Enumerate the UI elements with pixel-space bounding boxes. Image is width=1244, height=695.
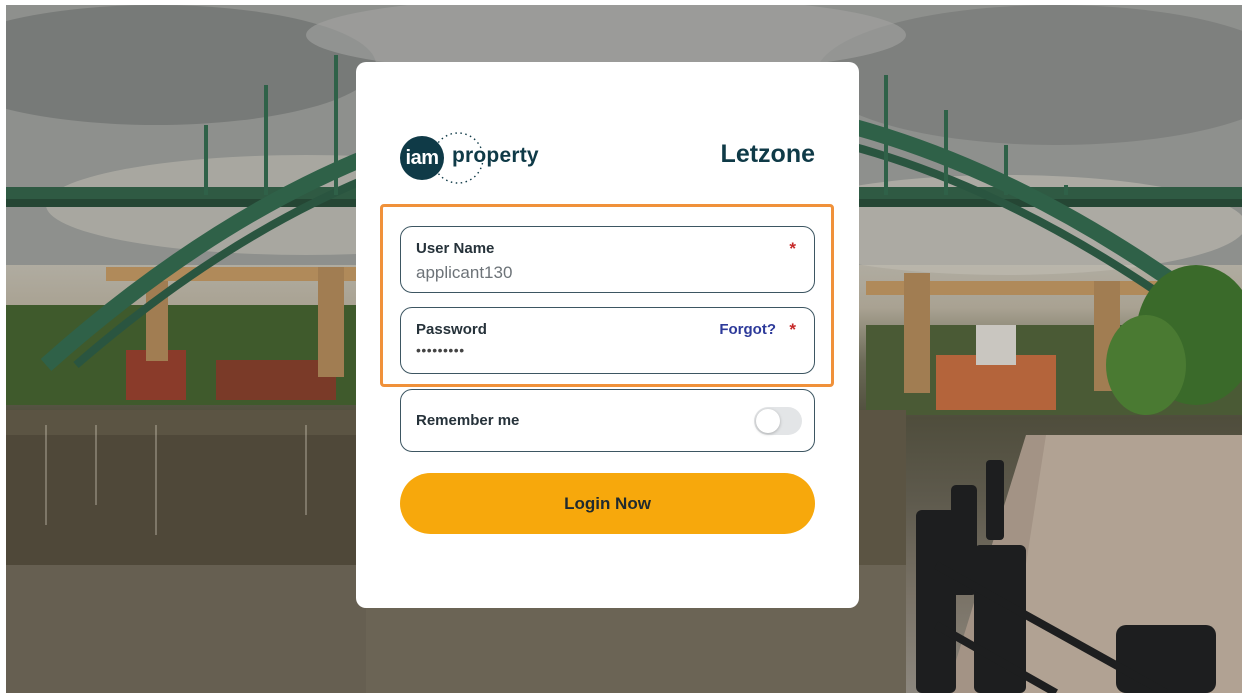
password-required-mark: * — [789, 320, 796, 339]
password-input[interactable]: ••••••••• — [416, 342, 465, 358]
login-card: iam property Letzone User Name * applica… — [356, 62, 859, 608]
password-field[interactable]: Password Forgot? * ••••••••• — [400, 307, 815, 374]
username-label: User Name — [416, 240, 495, 257]
remember-me-toggle[interactable] — [754, 407, 802, 435]
remember-me-row[interactable]: Remember me — [400, 389, 815, 452]
app-name: Letzone — [720, 140, 815, 168]
remember-me-label: Remember me — [416, 412, 520, 429]
password-label: Password — [416, 321, 487, 338]
iam-property-logo: iam property — [400, 130, 560, 186]
username-required-mark: * — [789, 239, 796, 258]
username-input[interactable]: applicant130 — [416, 263, 512, 283]
username-field[interactable]: User Name * applicant130 — [400, 226, 815, 293]
forgot-password-link[interactable]: Forgot? — [719, 321, 776, 338]
logo-wordmark: property — [452, 144, 539, 167]
toggle-knob — [756, 409, 780, 433]
login-button[interactable]: Login Now — [400, 473, 815, 534]
